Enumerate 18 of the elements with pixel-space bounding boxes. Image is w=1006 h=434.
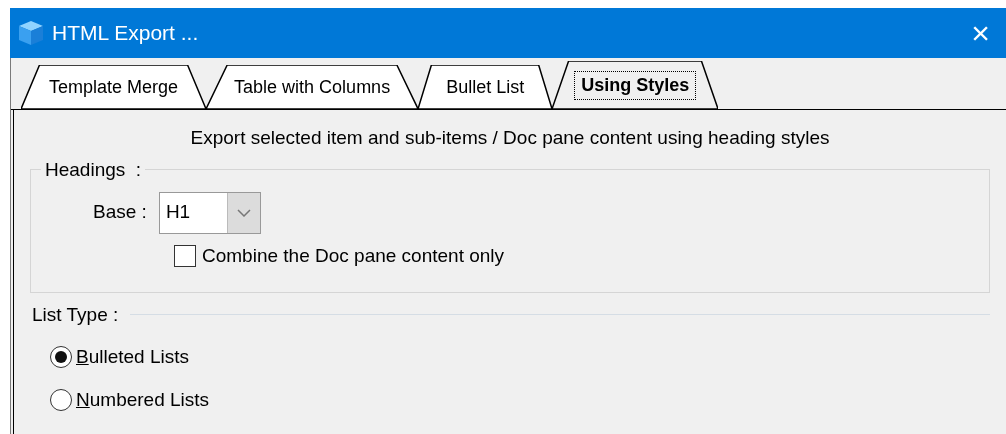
base-dropdown[interactable]: H1 [158, 191, 261, 234]
radio-button[interactable] [50, 388, 72, 411]
checkbox[interactable] [174, 244, 196, 267]
radio-label: Bulleted Lists [76, 345, 190, 369]
cube-icon [16, 18, 46, 48]
window-title: HTML Export ... [52, 20, 199, 47]
radio-button[interactable] [50, 346, 72, 369]
radio-label: Numbered Lists [76, 387, 210, 412]
description: Export selected item and sub-items / Doc pane content using heading styles [189, 126, 831, 150]
tab[interactable]: Template Merge [21, 65, 207, 109]
tab[interactable]: Table with Columns [206, 65, 419, 109]
group-legend: List Type : [32, 300, 119, 329]
tab[interactable]: Using Styles [552, 61, 719, 109]
tab[interactable]: Bullet List [418, 65, 553, 109]
chevron-down-icon [236, 208, 251, 217]
close-button[interactable]: × [965, 17, 996, 49]
checkbox-label: Combine the Doc pane content only [202, 243, 505, 268]
base-label: Base : [93, 200, 147, 225]
